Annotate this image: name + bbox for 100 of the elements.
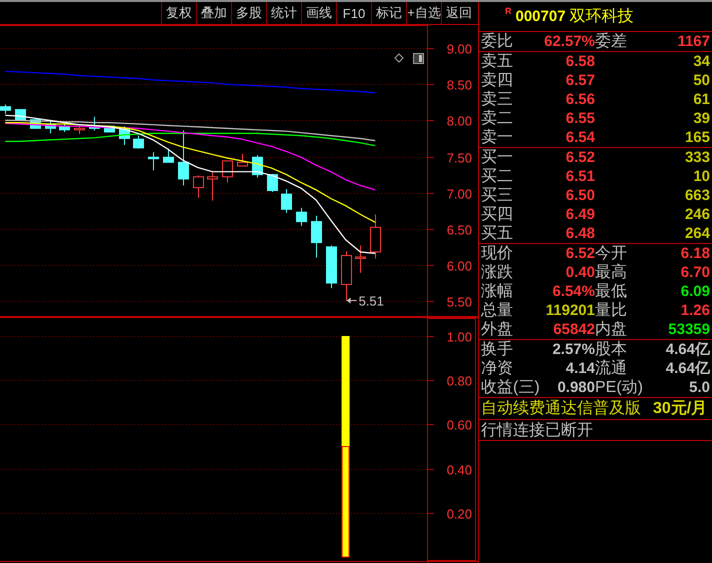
price-text: 30元/月 — [653, 400, 708, 417]
field-value: 6.09 — [680, 283, 710, 300]
field-value: 0.40 — [566, 264, 595, 281]
candlestick — [89, 116, 100, 132]
axis-label: 1.00 — [446, 330, 472, 344]
field-label: 内盘 — [595, 321, 627, 338]
order-volume: 10 — [693, 168, 710, 185]
axis-label: 6.50 — [446, 222, 472, 238]
field-value: 4.64亿 — [666, 360, 710, 377]
field-value: 53359 — [668, 321, 710, 338]
order-price: 6.54 — [566, 129, 595, 146]
axis-label: 0.20 — [446, 506, 472, 522]
candlestick — [370, 214, 381, 259]
order-price: 6.50 — [566, 187, 595, 204]
order-price: 6.52 — [566, 149, 595, 166]
field-value: 0.980 — [557, 379, 595, 396]
candlestick — [104, 126, 115, 132]
axis-label: 8.50 — [446, 78, 472, 92]
order-price: 6.57 — [566, 72, 595, 89]
field-label: 净资 — [481, 360, 513, 377]
field-value: 6.18 — [680, 245, 710, 262]
axis-label: 7.00 — [446, 186, 472, 202]
candlestick — [148, 152, 159, 171]
order-price: 6.56 — [566, 91, 595, 108]
axis-label: 9.00 — [446, 42, 472, 56]
field-value: 65842 — [553, 321, 595, 338]
field-value: 1.26 — [680, 302, 710, 319]
candlestick — [59, 124, 70, 132]
field-label: 外盘 — [481, 321, 513, 338]
field-label: 卖一 — [481, 129, 513, 146]
candlestick — [178, 130, 189, 186]
field-label: 卖四 — [481, 72, 513, 89]
axis-label: 8.00 — [446, 114, 472, 128]
candlestick — [15, 109, 26, 121]
candlestick — [311, 215, 322, 258]
candlestick — [133, 135, 144, 150]
field-label: 现价 — [481, 245, 513, 262]
order-volume: 165 — [684, 129, 710, 146]
window-icon[interactable] — [413, 53, 424, 64]
field-value: 6.70 — [680, 264, 710, 281]
arrow-icon — [346, 298, 358, 304]
order-volume: 663 — [684, 187, 710, 204]
field-value: 6.54% — [552, 283, 595, 300]
candlestick — [326, 244, 337, 289]
field-label: 卖五 — [481, 53, 513, 70]
field-label: 最高 — [595, 264, 627, 281]
axis-label: 5.50 — [446, 294, 472, 310]
field-value: 6.52 — [566, 245, 595, 262]
stock-name: 双环科技 — [570, 6, 634, 27]
candlestick — [163, 148, 174, 163]
field-label: 卖三 — [481, 91, 513, 108]
field-value: 2.57% — [552, 341, 595, 358]
order-price: 6.58 — [566, 53, 595, 70]
diamond-icon[interactable] — [394, 53, 404, 63]
field-value: 4.64亿 — [666, 341, 710, 358]
candlestick — [281, 188, 292, 214]
field-label: 股本 — [595, 341, 627, 358]
field-label: 委比 — [481, 33, 513, 50]
field-label: 总量 — [481, 302, 513, 319]
promo-text: 自动续费通达信普及版 — [481, 400, 641, 417]
price-label: 5.51 — [358, 294, 384, 308]
candlestick — [119, 126, 130, 146]
candlestick — [267, 173, 278, 192]
field-label: 委差 — [595, 33, 627, 50]
field-label: PE(动) — [595, 379, 643, 396]
axis-label: 0.80 — [446, 374, 472, 388]
field-label: 量比 — [595, 302, 627, 319]
candlestick — [222, 160, 233, 184]
order-volume: 34 — [693, 53, 710, 70]
candlestick — [341, 250, 352, 301]
axis-label: 7.50 — [446, 150, 472, 166]
order-volume: 50 — [693, 72, 710, 89]
candlestick — [74, 126, 85, 135]
field-label: 买四 — [481, 206, 513, 223]
connection-status: 行情连接已断开 — [481, 422, 593, 438]
candlestick — [237, 153, 248, 166]
order-volume: 333 — [684, 149, 710, 166]
candlestick — [355, 244, 366, 274]
field-label: 换手 — [481, 341, 513, 358]
field-value: 4.14 — [566, 360, 595, 377]
field-value: 5.0 — [689, 379, 710, 396]
order-price: 6.49 — [566, 206, 595, 223]
flag-label: R — [505, 6, 512, 16]
candlestick — [193, 174, 204, 198]
order-price: 6.55 — [566, 110, 595, 127]
stock-code: 000707 — [516, 8, 566, 25]
field-label: 涨幅 — [481, 283, 513, 300]
field-label: 今开 — [595, 245, 627, 262]
field-value: 119201 — [546, 302, 595, 319]
field-label: 流通 — [595, 360, 627, 377]
field-label: 收益(三) — [481, 379, 540, 396]
toolbar-button[interactable]: +自选 — [406, 2, 441, 24]
candlestick — [45, 120, 56, 134]
field-label: 买五 — [481, 225, 513, 242]
axis-label: 0.60 — [446, 418, 472, 432]
order-volume: 264 — [684, 225, 710, 242]
order-volume: 246 — [684, 206, 710, 223]
order-price: 6.51 — [566, 168, 595, 185]
field-value: 62.57% — [544, 33, 595, 50]
axis-label: 0.40 — [446, 462, 472, 478]
